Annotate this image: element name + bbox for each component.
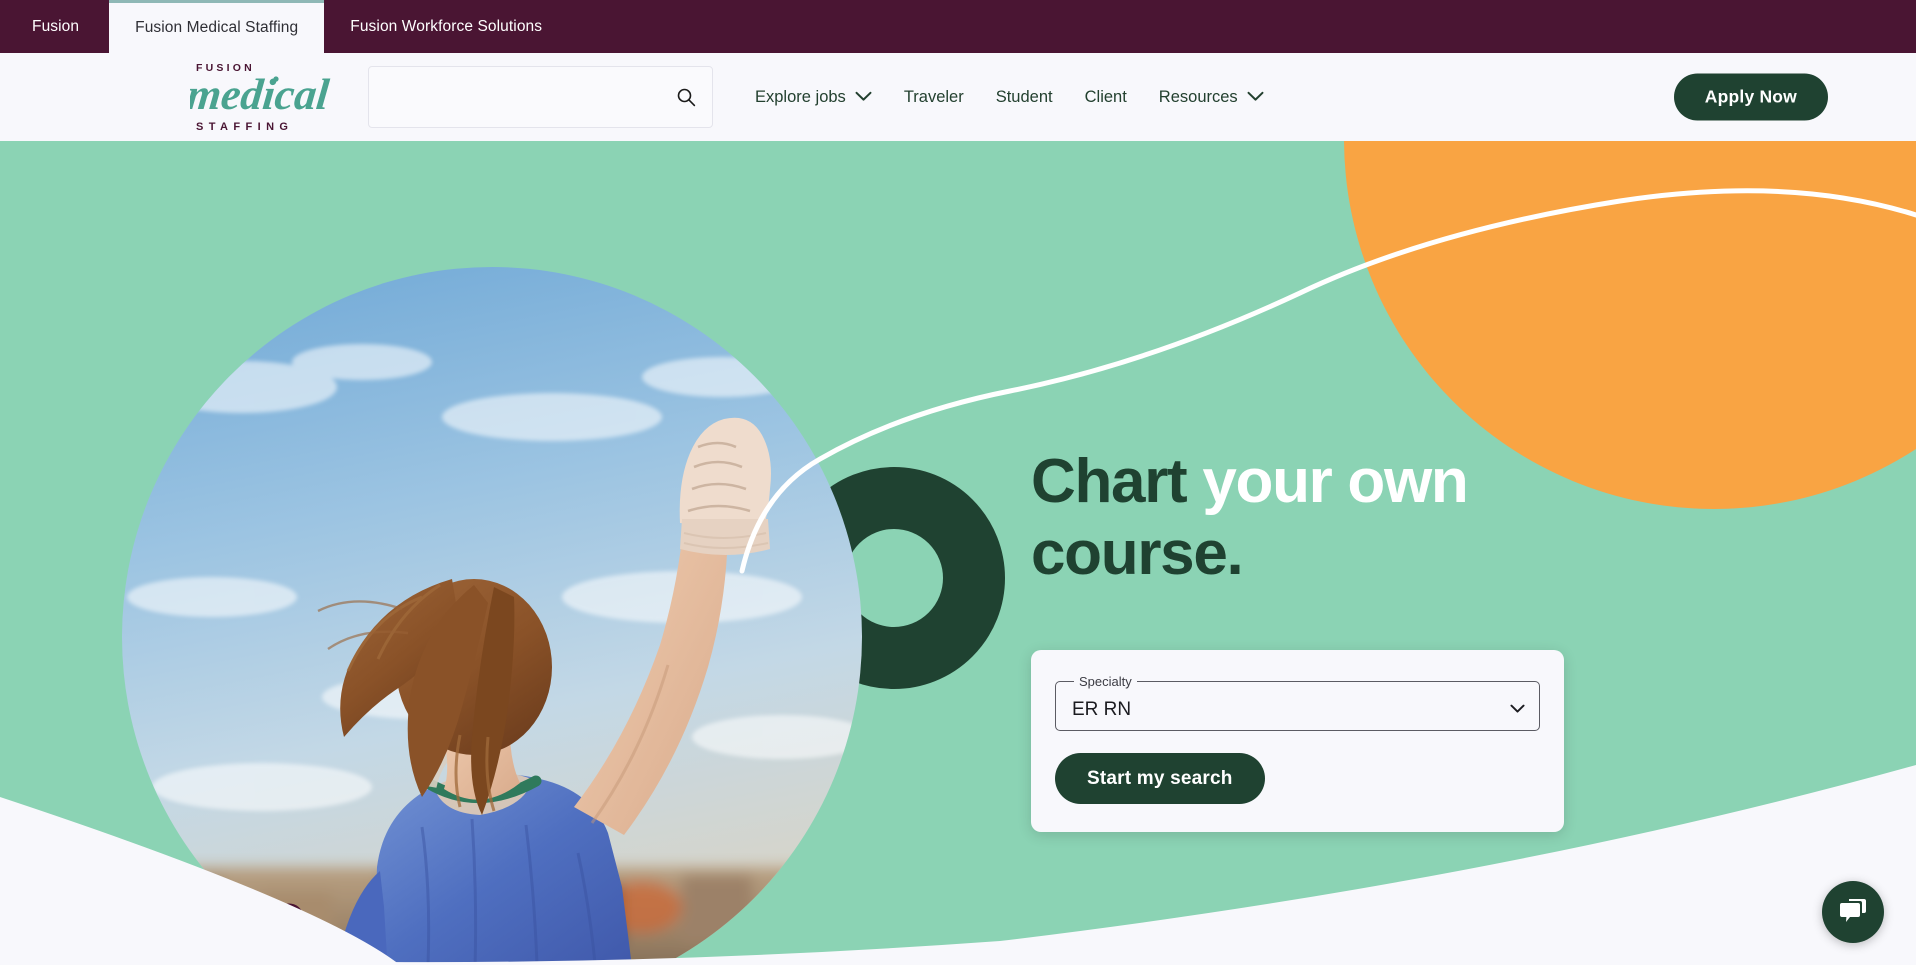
nav-item-label: Explore jobs <box>755 87 846 106</box>
logo-script-medical-icon: medical <box>190 70 332 119</box>
main-navigation: Explore jobs Traveler Student Client Res… <box>739 80 1280 115</box>
hero-section: Chart your own course. Specialty ER RN S… <box>0 141 1916 965</box>
chevron-down-icon <box>855 88 872 107</box>
logo-word-staffing: STAFFING <box>196 121 294 133</box>
apply-now-button[interactable]: Apply Now <box>1673 73 1828 121</box>
chat-bubble-icon <box>1838 897 1868 928</box>
job-search-card: Specialty ER RN Start my search <box>1031 650 1564 832</box>
headline-word-course: course. <box>1031 518 1244 588</box>
hero-headline: Chart your own course. <box>1031 446 1469 590</box>
header-search-box[interactable] <box>368 66 713 128</box>
bottom-wave-decor <box>0 765 1916 965</box>
brand-tab-label: Fusion Medical Staffing <box>135 19 299 36</box>
specialty-select[interactable]: ER RN <box>1072 689 1523 730</box>
brand-tab-bar: Fusion Fusion Medical Staffing Fusion Wo… <box>0 0 1916 53</box>
nav-item-label: Student <box>995 87 1053 106</box>
nav-item-label: Resources <box>1158 87 1238 106</box>
brand-tab-label: Fusion <box>32 17 80 35</box>
chat-widget-button[interactable] <box>1822 881 1884 943</box>
nav-item-traveler[interactable]: Traveler <box>888 80 980 115</box>
brand-tab-fusion[interactable]: Fusion <box>0 0 109 53</box>
hero-copy: Chart your own course. <box>1031 446 1469 590</box>
specialty-field[interactable]: Specialty ER RN <box>1055 674 1540 731</box>
fusion-medical-staffing-logo[interactable]: FUSION medical STAFFING <box>190 60 340 134</box>
search-icon[interactable] <box>676 87 696 107</box>
site-header: FUSION medical STAFFING Explore jobs Tra… <box>0 53 1916 141</box>
nav-item-label: Client <box>1084 87 1127 106</box>
search-input[interactable] <box>369 67 712 127</box>
brand-tab-label: Fusion Workforce Solutions <box>350 17 543 35</box>
start-my-search-button[interactable]: Start my search <box>1055 753 1265 804</box>
chevron-down-icon <box>1247 88 1264 107</box>
svg-text:medical: medical <box>190 70 332 119</box>
headline-word-chart: Chart <box>1031 447 1188 516</box>
specialty-label: Specialty <box>1079 674 1132 689</box>
nav-item-explore-jobs[interactable]: Explore jobs <box>739 80 888 115</box>
brand-tab-fusion-medical-staffing[interactable]: Fusion Medical Staffing <box>109 0 325 53</box>
headline-phrase-your-own: your own <box>1202 447 1468 516</box>
nav-item-label: Traveler <box>903 87 964 106</box>
nav-item-resources[interactable]: Resources <box>1143 80 1280 115</box>
nav-item-client[interactable]: Client <box>1069 80 1143 115</box>
brand-tab-fusion-workforce-solutions[interactable]: Fusion Workforce Solutions <box>324 0 568 53</box>
nav-item-student[interactable]: Student <box>980 80 1069 115</box>
